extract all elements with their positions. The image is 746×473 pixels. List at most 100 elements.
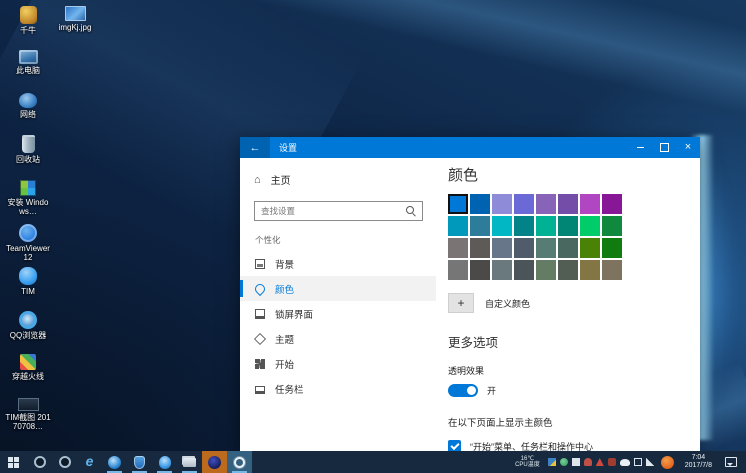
minimize-icon[interactable] (628, 137, 652, 158)
color-swatch[interactable] (514, 216, 534, 236)
color-swatch[interactable] (580, 216, 600, 236)
taskbar-app-security-shield[interactable] (127, 451, 152, 473)
desktop-icon-label: 穿越火线 (5, 372, 51, 381)
desktop-icon[interactable]: 安装 Windows… (5, 180, 51, 216)
ime-icon[interactable] (548, 458, 556, 466)
download-icon[interactable] (608, 458, 616, 466)
transparency-toggle[interactable] (448, 384, 478, 397)
security-shield-icon (134, 456, 145, 469)
display-icon[interactable] (634, 458, 642, 466)
sidebar-item-background[interactable]: 背景 (240, 251, 436, 276)
action-center-button[interactable] (721, 457, 741, 467)
color-swatch[interactable] (536, 238, 556, 258)
color-swatch[interactable] (470, 238, 490, 258)
search-circle-icon (34, 456, 46, 468)
sidebar-item-taskbar-nav[interactable]: 任务栏 (240, 376, 436, 401)
desktop-icon[interactable]: QQ浏览器 (5, 311, 51, 340)
back-arrow-icon[interactable] (240, 137, 270, 158)
taskbar-app-settings-gear[interactable] (227, 451, 252, 473)
color-swatch[interactable] (536, 194, 556, 214)
color-swatch[interactable] (470, 260, 490, 280)
desktop-icon[interactable]: 回收站 (5, 137, 51, 164)
search-icon[interactable] (404, 204, 418, 218)
color-swatch[interactable] (536, 216, 556, 236)
desktop-icon[interactable]: 穿越火线 (5, 354, 51, 381)
action-center-icon (725, 457, 737, 467)
color-swatch[interactable] (580, 260, 600, 280)
color-swatch[interactable] (492, 216, 512, 236)
color-swatch[interactable] (602, 238, 622, 258)
sidebar-item-label: 背景 (275, 257, 294, 271)
desktop-icon[interactable]: 网络 (5, 93, 51, 119)
desktop-icon[interactable]: 此电脑 (5, 50, 51, 75)
desktop-icon-label: TeamViewer 12 (5, 244, 51, 262)
color-swatch[interactable] (448, 216, 468, 236)
cpu-temperature-widget[interactable]: 16℃ CPU温度 (515, 456, 540, 469)
app-sphere-icon (208, 456, 221, 469)
settings-gear-icon (234, 457, 245, 468)
color-swatch[interactable] (514, 260, 534, 280)
search-input[interactable] (255, 206, 404, 216)
color-swatch[interactable] (580, 238, 600, 258)
colors-icon (253, 281, 267, 295)
network-icon-tray[interactable] (646, 458, 654, 466)
desktop-icon[interactable]: TeamViewer 12 (5, 224, 51, 262)
color-swatch[interactable] (602, 216, 622, 236)
user-red-icon[interactable] (584, 458, 592, 466)
color-swatch[interactable] (580, 194, 600, 214)
color-swatch[interactable] (448, 194, 468, 214)
desktop-icon[interactable]: TIM (5, 267, 51, 296)
color-swatch[interactable] (470, 194, 490, 214)
teamviewer-icon (19, 224, 37, 242)
color-swatch[interactable] (514, 238, 534, 258)
window-title: 设置 (279, 141, 628, 154)
color-swatch[interactable] (602, 194, 622, 214)
taskbar-app-browser-circle[interactable] (52, 451, 77, 473)
color-swatch[interactable] (470, 216, 490, 236)
cloud-sync-icon[interactable] (560, 458, 568, 466)
sidebar-item-themes[interactable]: 主题 (240, 326, 436, 351)
color-swatch[interactable] (536, 260, 556, 280)
desktop-icon-label: 安装 Windows… (5, 198, 51, 216)
document-icon[interactable] (572, 458, 580, 466)
sidebar-item-home[interactable]: 主页 (240, 169, 436, 190)
maximize-icon[interactable] (652, 137, 676, 158)
taskbar-clock[interactable]: 7:04 2017/7/8 (681, 454, 716, 470)
close-icon[interactable] (676, 137, 700, 158)
sidebar-item-label: 开始 (275, 357, 294, 371)
desktop-icon[interactable]: 千牛 (5, 6, 51, 35)
taskbar-app-search-circle[interactable] (27, 451, 52, 473)
orange-app-icon[interactable] (661, 456, 674, 469)
desktop-icon[interactable]: imgKj.jpg (52, 6, 98, 32)
screenshot-file-icon (18, 398, 39, 411)
taskbar-app-edge[interactable] (77, 451, 102, 473)
network-icon (19, 93, 37, 108)
taskbar-app-tim-tb[interactable] (152, 451, 177, 473)
color-swatch[interactable] (558, 194, 578, 214)
settings-search-box[interactable] (254, 201, 423, 221)
color-swatch[interactable] (602, 260, 622, 280)
taskbar-app-qq-browser-tb[interactable] (102, 451, 127, 473)
edge-icon (86, 453, 94, 471)
sidebar-item-colors[interactable]: 颜色 (240, 276, 436, 301)
color-swatch[interactable] (492, 260, 512, 280)
color-swatch[interactable] (558, 238, 578, 258)
desktop-icon[interactable]: TIM截图 20170708… (5, 398, 51, 431)
start-button[interactable] (0, 451, 27, 473)
taskbar-app-file-explorer[interactable] (177, 451, 202, 473)
color-swatch[interactable] (448, 238, 468, 258)
accent-color-grid (448, 194, 622, 280)
alert-red-icon[interactable] (596, 458, 604, 466)
color-swatch[interactable] (492, 238, 512, 258)
taskbar-app-app-sphere[interactable] (202, 451, 227, 473)
weather-cloud-icon[interactable] (620, 459, 630, 466)
plus-icon[interactable] (448, 293, 474, 313)
sidebar-item-start-menu[interactable]: 开始 (240, 351, 436, 376)
color-swatch[interactable] (492, 194, 512, 214)
color-swatch[interactable] (558, 260, 578, 280)
color-swatch[interactable] (448, 260, 468, 280)
color-swatch[interactable] (514, 194, 534, 214)
color-swatch[interactable] (558, 216, 578, 236)
tim-tb-icon (159, 456, 171, 469)
sidebar-item-lock-screen[interactable]: 锁屏界面 (240, 301, 436, 326)
